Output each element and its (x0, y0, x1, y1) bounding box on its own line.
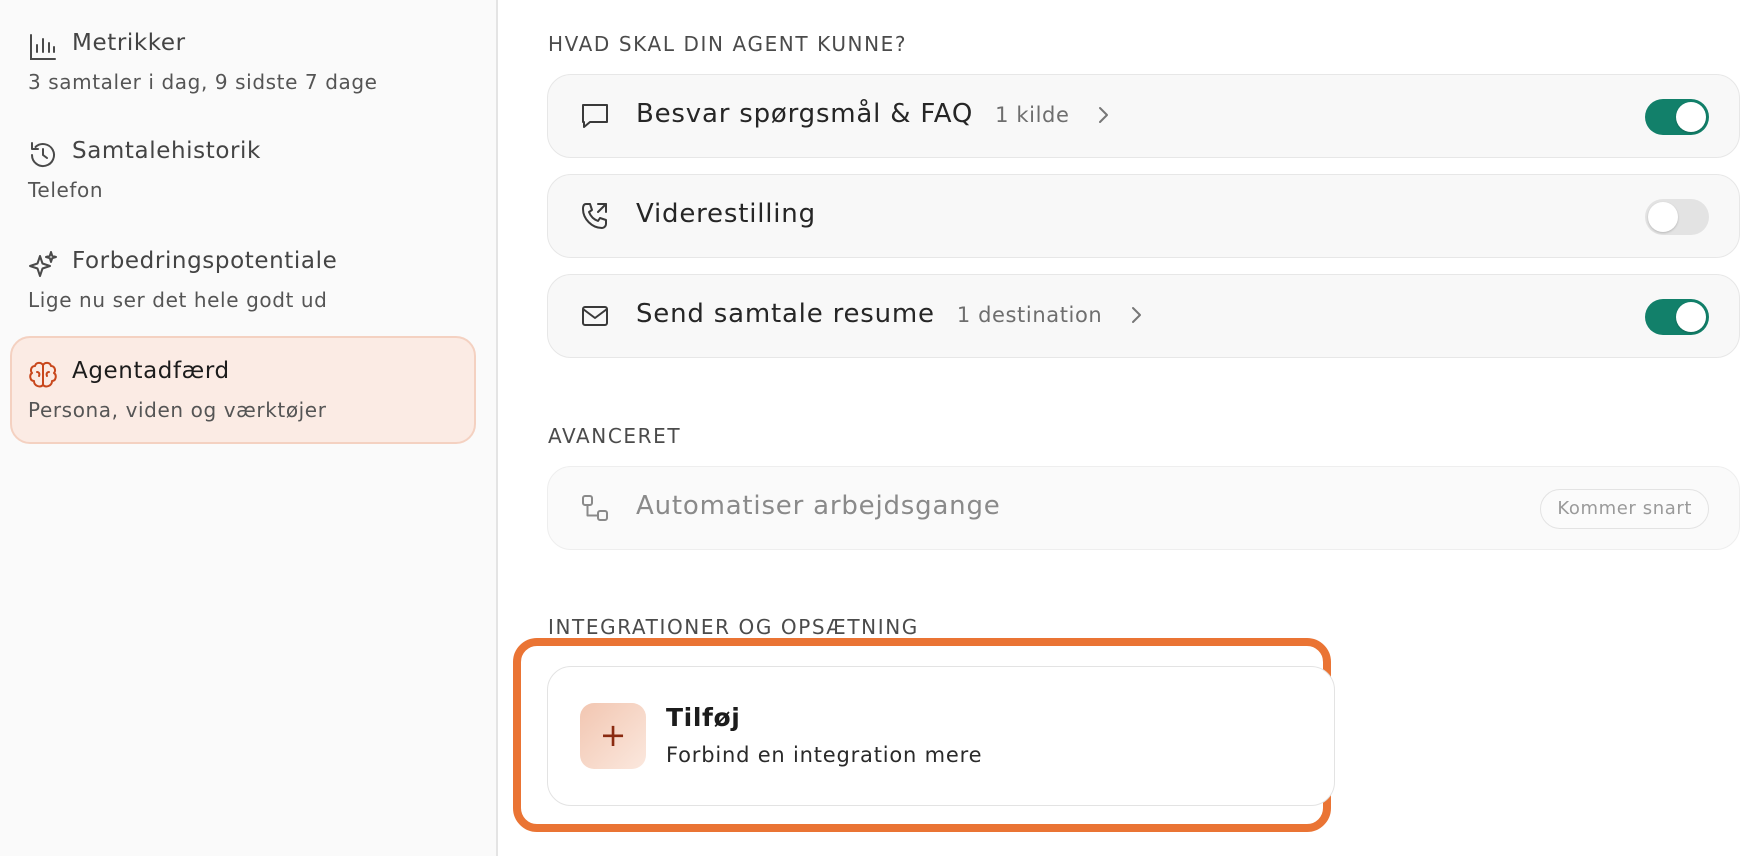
main-content: HVAD SKAL DIN AGENT KUNNE? Besvar spørgs… (500, 0, 1756, 856)
sidebar-item-title: Forbedringspotentiale (72, 248, 338, 274)
viderestilling-toggle[interactable] (1645, 199, 1709, 235)
sidebar-item-subtitle: 3 samtaler i dag, 9 sidste 7 dage (28, 70, 378, 94)
bar-chart-icon (28, 32, 58, 62)
sidebar-item-agentadfaerd[interactable]: Agentadfærd Persona, viden og værktøjer (10, 336, 476, 444)
sidebar-item-samtalehistorik[interactable]: Samtalehistorik Telefon (10, 108, 476, 216)
capability-meta: 1 destination (956, 303, 1103, 327)
sidebar-item-subtitle: Lige nu ser det hele godt ud (28, 288, 328, 312)
capability-viderestilling[interactable]: Viderestilling (547, 174, 1740, 258)
toggle-knob (1648, 202, 1678, 232)
add-integration-subtitle: Forbind en integration mere (666, 743, 983, 767)
advanced-automatiser: Automatiser arbejdsgange Kommer snart (547, 466, 1740, 550)
sidebar-item-title: Agentadfærd (72, 358, 230, 384)
chevron-right-icon[interactable] (1097, 102, 1111, 132)
toggle-knob (1676, 102, 1706, 132)
integrations-heading: INTEGRATIONER OG OPSÆTNING (548, 615, 919, 639)
capability-label[interactable]: Send samtale resume 1 destination (636, 299, 1144, 332)
capability-label-text: Besvar spørgsmål & FAQ (636, 99, 974, 129)
sidebar: Metrikker 3 samtaler i dag, 9 sidste 7 d… (0, 0, 498, 856)
advanced-heading: AVANCERET (548, 424, 682, 448)
capability-send-resume[interactable]: Send samtale resume 1 destination (547, 274, 1740, 358)
sparkles-icon (28, 250, 58, 280)
capability-label: Viderestilling (636, 199, 816, 229)
capability-label[interactable]: Besvar spørgsmål & FAQ 1 kilde (636, 99, 1111, 132)
sidebar-item-title: Metrikker (72, 30, 186, 56)
sidebar-item-subtitle: Telefon (28, 178, 104, 202)
capabilities-heading: HVAD SKAL DIN AGENT KUNNE? (548, 32, 908, 56)
sidebar-item-subtitle: Persona, viden og værktøjer (28, 398, 327, 422)
sidebar-item-metrikker[interactable]: Metrikker 3 samtaler i dag, 9 sidste 7 d… (10, 0, 476, 108)
brain-icon (28, 360, 58, 390)
toggle-knob (1676, 302, 1706, 332)
add-integration-card[interactable]: + Tilføj Forbind en integration mere (547, 666, 1335, 806)
send-resume-toggle[interactable] (1645, 299, 1709, 335)
capability-faq[interactable]: Besvar spørgsmål & FAQ 1 kilde (547, 74, 1740, 158)
workflow-icon (580, 493, 610, 523)
coming-soon-badge: Kommer snart (1540, 489, 1709, 529)
sidebar-item-forbedringspotentiale[interactable]: Forbedringspotentiale Lige nu ser det he… (10, 218, 476, 326)
chat-bubble-icon (580, 101, 610, 131)
sidebar-item-title: Samtalehistorik (72, 138, 261, 164)
mail-icon (580, 301, 610, 331)
add-integration-title: Tilføj (666, 703, 741, 732)
faq-toggle[interactable] (1645, 99, 1709, 135)
history-icon (28, 140, 58, 170)
chevron-right-icon[interactable] (1130, 302, 1144, 332)
capability-meta: 1 kilde (995, 103, 1070, 127)
advanced-label: Automatiser arbejdsgange (636, 491, 1001, 521)
plus-icon[interactable]: + (580, 703, 646, 769)
app-window: Metrikker 3 samtaler i dag, 9 sidste 7 d… (0, 0, 1756, 856)
capability-label-text: Send samtale resume (636, 299, 935, 329)
phone-forward-icon (580, 201, 610, 231)
